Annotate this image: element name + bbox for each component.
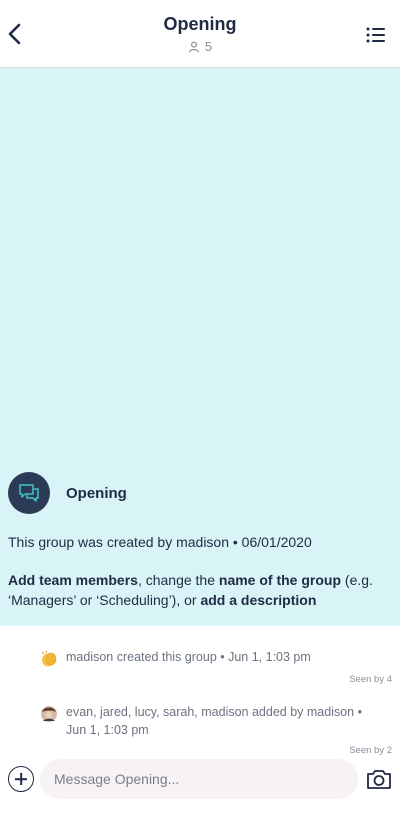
user-avatar-icon [41,706,57,722]
seen-by-indicator[interactable]: Seen by 2 [0,745,400,756]
camera-button[interactable] [366,768,392,790]
rename-group-link[interactable]: name of the group [219,572,341,588]
message-composer [0,757,400,807]
group-setup-prompt: Add team members, change the name of the… [8,570,398,610]
message-input[interactable] [40,759,358,799]
person-icon [188,41,199,52]
list-icon [366,27,385,43]
add-description-link[interactable]: add a description [200,592,316,608]
add-team-members-link[interactable]: Add team members [8,572,138,588]
add-attachment-button[interactable] [8,766,34,792]
group-name: Opening [66,484,127,502]
page-title: Opening [163,14,237,34]
group-avatar [8,472,50,514]
group-created-text: This group was created by madison • 06/0… [8,534,312,550]
activity-text: madison created this group • Jun 1, 1:03… [66,650,311,664]
activity-item: madison created this group • Jun 1, 1:03… [0,648,400,685]
member-count: 5 [188,39,212,54]
activity-text: evan, jared, lucy, sarah, madison added … [66,705,362,737]
camera-icon [367,770,391,789]
group-details-button[interactable] [366,26,386,44]
group-info: Opening [8,472,127,514]
clapping-hands-icon [41,650,57,667]
activity-item: evan, jared, lucy, sarah, madison added … [0,703,400,756]
title-block[interactable]: Opening 5 [0,14,400,58]
chat-bubbles-icon [19,484,39,502]
top-bar: Opening 5 [0,0,400,68]
member-count-value: 5 [204,39,213,54]
group-intro-panel: Opening This group was created by madiso… [0,68,400,626]
cta-text-1: , change the [137,572,219,588]
seen-by-indicator[interactable]: Seen by 4 [0,674,400,685]
